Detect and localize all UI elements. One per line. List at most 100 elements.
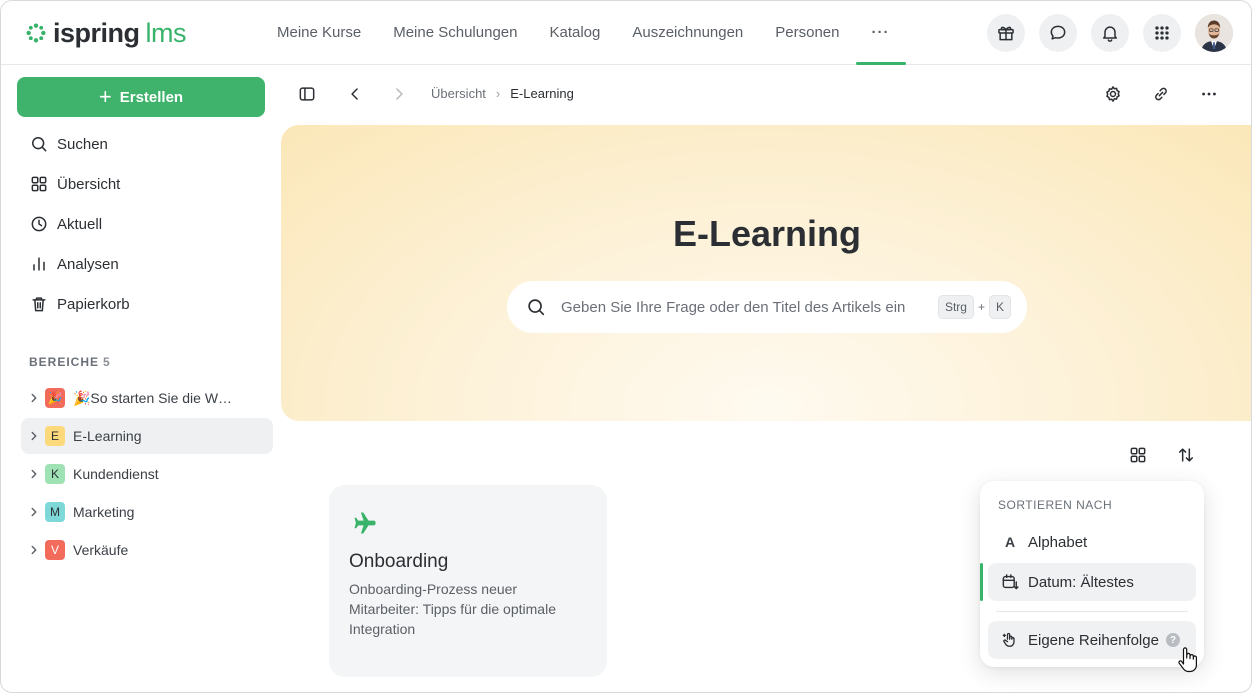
airplane-icon — [354, 512, 376, 534]
top-navigation-bar: ispring lms Meine Kurse Meine Schulungen… — [1, 1, 1251, 65]
sort-dropdown: SORTIEREN NACH A Alphabet Datum: Älteste… — [980, 481, 1204, 667]
space-item-so-starten[interactable]: 🎉 🎉So starten Sie die W… — [21, 380, 273, 416]
nav-auszeichnungen[interactable]: Auszeichnungen — [616, 1, 759, 65]
sidebar-menu: Suchen Übersicht Aktuell Analysen Papier… — [17, 124, 273, 324]
space-badge: M — [45, 502, 65, 522]
bar-chart-icon — [33, 257, 45, 271]
shortcut-plus: + — [977, 300, 985, 314]
space-item-marketing[interactable]: M Marketing — [21, 494, 273, 530]
alphabet-icon: A — [1004, 534, 1016, 550]
gift-button[interactable] — [987, 14, 1025, 52]
calendar-sort-icon — [1000, 572, 1020, 592]
sort-dropdown-title: SORTIEREN NACH — [998, 498, 1113, 512]
user-avatar[interactable] — [1195, 14, 1233, 52]
search-shortcut: Strg + K — [937, 295, 1011, 319]
trash-icon — [32, 297, 46, 312]
sort-option-alphabet[interactable]: A Alphabet — [988, 523, 1196, 561]
search-input[interactable] — [561, 298, 921, 316]
sidebar-item-papierkorb[interactable]: Papierkorb — [17, 284, 273, 324]
nav-more-button[interactable]: ··· — [855, 1, 906, 65]
sort-option-label: Alphabet — [1028, 533, 1088, 551]
chevron-right-icon[interactable] — [27, 429, 41, 443]
sidebar-item-label: Suchen — [57, 135, 108, 153]
sidebar-item-label: Papierkorb — [57, 295, 130, 313]
sidebar-item-aktuell[interactable]: Aktuell — [17, 204, 273, 244]
page-title: E-Learning — [672, 213, 861, 254]
sidebar-item-suchen[interactable]: Suchen — [17, 124, 273, 164]
sort-option-custom-order[interactable]: Eigene Reihenfolge ? — [988, 621, 1196, 659]
nav-katalog[interactable]: Katalog — [533, 1, 616, 65]
nav-personen[interactable]: Personen — [759, 1, 855, 65]
space-label: Kundendienst — [73, 466, 159, 482]
sort-option-label: Datum: Ältestes — [1028, 573, 1134, 591]
shortcut-key: Strg — [937, 295, 974, 319]
user-avatar-image — [1195, 14, 1233, 52]
chevron-right-icon[interactable] — [27, 543, 41, 557]
dropdown-divider — [996, 611, 1188, 612]
gift-icon — [998, 26, 1014, 41]
hand-cursor-icon — [1178, 647, 1197, 673]
chevron-right-icon[interactable] — [27, 467, 41, 481]
main-nav: Meine Kurse Meine Schulungen Katalog Aus… — [261, 1, 906, 65]
sidebar-item-uebersicht[interactable]: Übersicht — [17, 164, 273, 204]
space-label: Verkäufe — [73, 542, 129, 558]
card-description: Onboarding-Prozess neuer Mitarbeiter: Ti… — [349, 581, 556, 637]
settings-gear-icon[interactable] — [1103, 84, 1123, 104]
knowledge-search[interactable]: Strg + K — [507, 281, 1027, 333]
more-options-icon[interactable] — [1199, 84, 1219, 104]
chat-icon — [1050, 25, 1066, 40]
ispring-logo-icon — [26, 23, 46, 43]
spaces-section-title: BEREICHE 5 — [29, 355, 111, 369]
back-arrow-icon[interactable] — [345, 84, 365, 104]
spaces-count: 5 — [103, 355, 111, 369]
space-label: Marketing — [73, 504, 135, 520]
notifications-button[interactable] — [1091, 14, 1129, 52]
selected-indicator — [980, 563, 983, 601]
bell-icon — [1103, 26, 1117, 42]
sidebar-item-label: Aktuell — [57, 215, 103, 233]
grid-view-icon[interactable] — [1128, 445, 1148, 465]
sidebar-item-label: Analysen — [57, 255, 119, 273]
card-title: Onboarding — [349, 551, 449, 572]
apps-button[interactable] — [1143, 14, 1181, 52]
ispring-logo[interactable]: ispring lms — [25, 17, 187, 49]
drag-hand-icon — [1000, 630, 1020, 650]
nav-meine-kurse[interactable]: Meine Kurse — [261, 1, 377, 65]
breadcrumb-current: E-Learning — [510, 86, 574, 101]
grid-icon — [31, 176, 47, 192]
space-badge: E — [45, 426, 65, 446]
hero-banner: E-Learning Strg + K — [281, 125, 1251, 421]
breadcrumb-parent[interactable]: Übersicht — [431, 86, 486, 101]
space-item-e-learning[interactable]: E E-Learning — [21, 418, 273, 454]
logo-name: ispring — [53, 17, 140, 48]
article-card-onboarding[interactable]: Onboarding Onboarding-Prozess neuer Mita… — [329, 485, 607, 677]
space-badge: V — [45, 540, 65, 560]
breadcrumb: Übersicht › E-Learning — [431, 86, 574, 101]
space-label: E-Learning — [73, 428, 142, 444]
chevron-right-icon[interactable] — [27, 391, 41, 405]
search-icon — [32, 137, 47, 152]
forward-arrow-icon[interactable] — [389, 84, 409, 104]
top-icon-group — [987, 14, 1233, 52]
sidebar-item-analysen[interactable]: Analysen — [17, 244, 273, 284]
chevron-right-icon[interactable] — [27, 505, 41, 519]
app-window: ispring lms Meine Kurse Meine Schulungen… — [0, 0, 1252, 693]
nav-meine-schulungen[interactable]: Meine Schulungen — [377, 1, 533, 65]
create-button-label: Erstellen — [119, 88, 184, 106]
sidebar-toggle-icon[interactable] — [297, 84, 317, 104]
shortcut-key: K — [988, 295, 1011, 319]
help-icon[interactable]: ? — [1166, 633, 1180, 647]
spaces-list: 🎉 🎉So starten Sie die W… E E-Learning K … — [21, 380, 273, 570]
space-badge: 🎉 — [45, 388, 65, 408]
create-button[interactable]: + Erstellen — [17, 77, 265, 117]
chat-button[interactable] — [1039, 14, 1077, 52]
link-icon[interactable] — [1151, 84, 1171, 104]
sidebar-item-label: Übersicht — [57, 175, 121, 193]
space-item-kundendienst[interactable]: K Kundendienst — [21, 456, 273, 492]
apps-grid-icon — [1155, 26, 1169, 40]
search-icon — [528, 299, 545, 316]
sidebar: + Erstellen Suchen Übersicht Aktuell Ana… — [1, 66, 281, 692]
sort-option-date-oldest[interactable]: Datum: Ältestes — [988, 563, 1196, 601]
sort-arrows-icon[interactable] — [1176, 445, 1196, 465]
space-item-verkaeufe[interactable]: V Verkäufe — [21, 532, 273, 568]
